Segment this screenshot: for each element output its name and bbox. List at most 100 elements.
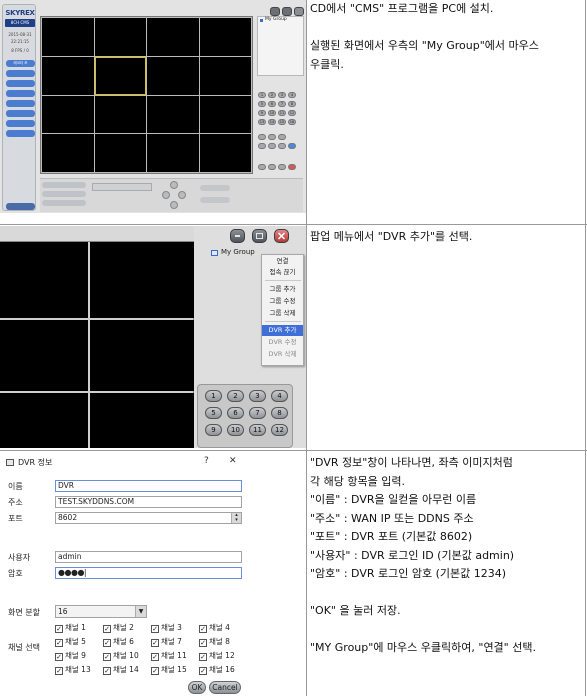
channel-key[interactable]: 5 bbox=[205, 407, 222, 419]
channel-checkbox[interactable]: ✓ 채널 6 bbox=[103, 636, 134, 647]
port-spinner-icon[interactable]: ▴ ▾ bbox=[231, 513, 241, 523]
channel-checkbox[interactable]: ✓ 채널 3 bbox=[151, 622, 182, 633]
channel-key[interactable]: 16 bbox=[288, 119, 296, 125]
video-cell[interactable] bbox=[0, 242, 88, 318]
channel-checkbox[interactable]: ✓ 채널 13 bbox=[55, 664, 91, 675]
channel-key[interactable]: 7 bbox=[249, 407, 266, 419]
channel-checkbox[interactable]: ✓ 채널 5 bbox=[55, 636, 86, 647]
channel-key[interactable]: 2 bbox=[227, 390, 244, 402]
cms-menu-button[interactable] bbox=[6, 110, 35, 117]
channel-checkbox[interactable]: ✓ 채널 15 bbox=[151, 664, 187, 675]
menu-item-edit-group[interactable]: 그룹 수정 bbox=[262, 296, 303, 307]
ptz-slider[interactable] bbox=[42, 200, 86, 206]
cancel-button[interactable]: Cancel bbox=[209, 681, 241, 694]
video-cell[interactable] bbox=[0, 393, 88, 448]
channel-checkbox[interactable]: ✓ 채널 12 bbox=[199, 650, 235, 661]
maximize-icon[interactable] bbox=[252, 229, 267, 243]
maximize-icon[interactable] bbox=[282, 7, 292, 16]
channel-checkbox[interactable]: ✓ 채널 10 bbox=[103, 650, 139, 661]
channel-key[interactable]: 12 bbox=[288, 110, 296, 116]
cms-menu-button[interactable] bbox=[6, 120, 35, 127]
channel-checkbox[interactable]: ✓ 채널 8 bbox=[199, 636, 230, 647]
channel-checkbox[interactable]: ✓ 채널 1 bbox=[55, 622, 86, 633]
channel-key[interactable]: 9 bbox=[258, 110, 266, 116]
video-cell[interactable] bbox=[94, 18, 146, 56]
camera-select[interactable] bbox=[92, 183, 152, 191]
tree-group-label[interactable]: My Group bbox=[265, 17, 287, 22]
video-cell[interactable] bbox=[147, 134, 199, 172]
channel-checkbox[interactable]: ✓ 채널 2 bbox=[103, 622, 134, 633]
ptz-slider[interactable] bbox=[42, 191, 86, 197]
cms-menu-button[interactable]: 레코더 조 bbox=[6, 60, 35, 67]
channel-key[interactable]: 3 bbox=[249, 390, 266, 402]
ptz-direction-pad[interactable] bbox=[162, 181, 186, 209]
chevron-down-icon[interactable]: ▼ bbox=[135, 606, 146, 617]
channel-checkbox[interactable]: ✓ 채널 9 bbox=[55, 650, 86, 661]
channel-key[interactable]: 1 bbox=[258, 92, 266, 98]
video-cell[interactable] bbox=[94, 134, 146, 172]
channel-key[interactable]: 10 bbox=[227, 424, 244, 436]
name-field[interactable]: DVR bbox=[55, 480, 242, 492]
address-field[interactable]: TEST.SKYDDNS.COM bbox=[55, 496, 242, 508]
function-key[interactable] bbox=[268, 134, 276, 140]
function-key[interactable] bbox=[278, 134, 286, 140]
channel-key[interactable]: 7 bbox=[278, 101, 286, 107]
channel-key[interactable]: 4 bbox=[288, 92, 296, 98]
menu-item-connect[interactable]: 연결 bbox=[262, 256, 303, 267]
channel-key[interactable]: 8 bbox=[271, 407, 288, 419]
channel-key[interactable]: 2 bbox=[268, 92, 276, 98]
menu-item-disconnect[interactable]: 접속 끊기 bbox=[262, 267, 303, 278]
video-cell[interactable] bbox=[90, 242, 194, 318]
channel-key[interactable]: 5 bbox=[258, 101, 266, 107]
function-key[interactable] bbox=[268, 164, 276, 170]
minimize-icon[interactable] bbox=[270, 7, 280, 16]
cms-menu-button[interactable] bbox=[6, 90, 35, 97]
channel-key[interactable]: 6 bbox=[268, 101, 276, 107]
function-key[interactable] bbox=[258, 134, 266, 140]
video-cell[interactable] bbox=[94, 95, 146, 134]
close-icon[interactable] bbox=[294, 7, 304, 16]
function-key[interactable] bbox=[288, 143, 296, 149]
channel-key[interactable]: 10 bbox=[268, 110, 276, 116]
channel-key[interactable]: 6 bbox=[227, 407, 244, 419]
video-cell[interactable] bbox=[147, 56, 199, 95]
function-key[interactable] bbox=[258, 143, 266, 149]
focus-control[interactable] bbox=[200, 197, 230, 203]
channel-checkbox[interactable]: ✓ 채널 14 bbox=[103, 664, 139, 675]
cms-menu-button[interactable] bbox=[6, 100, 35, 107]
function-key[interactable] bbox=[278, 143, 286, 149]
zoom-control[interactable] bbox=[200, 185, 230, 191]
video-cell[interactable] bbox=[42, 95, 94, 134]
function-key[interactable] bbox=[268, 143, 276, 149]
channel-key[interactable]: 1 bbox=[205, 390, 222, 402]
channel-checkbox[interactable]: ✓ 채널 4 bbox=[199, 622, 230, 633]
ptz-up-icon[interactable] bbox=[170, 181, 178, 189]
video-cell[interactable] bbox=[147, 18, 199, 56]
channel-key[interactable]: 11 bbox=[249, 424, 266, 436]
ptz-right-icon[interactable] bbox=[178, 191, 186, 199]
channel-key[interactable]: 14 bbox=[268, 119, 276, 125]
tree-group-label[interactable]: My Group bbox=[221, 248, 255, 256]
channel-key[interactable]: 12 bbox=[271, 424, 288, 436]
video-cell[interactable] bbox=[42, 56, 94, 95]
video-cell[interactable] bbox=[199, 134, 251, 172]
video-cell[interactable] bbox=[42, 134, 94, 172]
help-icon[interactable]: ? bbox=[204, 456, 209, 466]
channel-key[interactable]: 8 bbox=[288, 101, 296, 107]
cms-menu-button[interactable] bbox=[6, 80, 35, 87]
record-icon[interactable] bbox=[288, 164, 296, 170]
user-field[interactable]: admin bbox=[55, 551, 242, 563]
function-key[interactable] bbox=[278, 164, 286, 170]
password-field[interactable]: ●●●●| bbox=[55, 567, 242, 579]
search-icon[interactable] bbox=[258, 164, 266, 170]
ptz-slider[interactable] bbox=[42, 182, 86, 188]
video-cell-selected[interactable] bbox=[94, 56, 146, 95]
menu-item-edit-dvr[interactable]: DVR 수정 bbox=[262, 337, 303, 348]
menu-item-delete-group[interactable]: 그룹 삭제 bbox=[262, 308, 303, 319]
video-cell[interactable] bbox=[199, 95, 251, 134]
video-cell[interactable] bbox=[42, 18, 94, 56]
menu-item-add-dvr[interactable]: DVR 추가 bbox=[262, 325, 303, 336]
ok-button[interactable]: OK bbox=[188, 681, 206, 694]
ptz-down-icon[interactable] bbox=[170, 201, 178, 209]
menu-item-add-group[interactable]: 그룹 추가 bbox=[262, 284, 303, 295]
